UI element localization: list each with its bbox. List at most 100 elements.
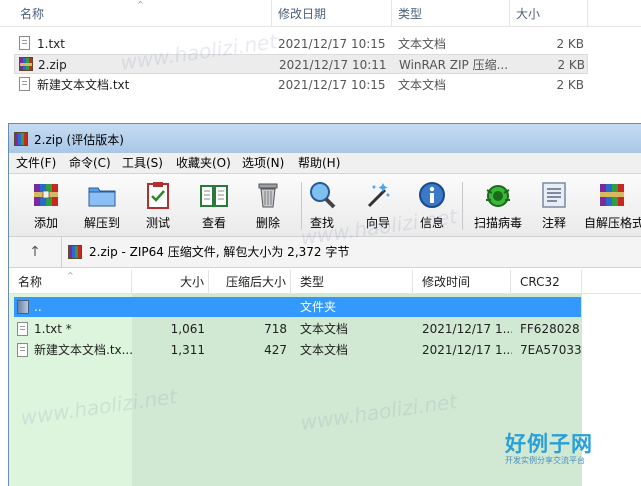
extract-to-label: 解压到 bbox=[83, 216, 120, 230]
sfx-label: 自解压格式 bbox=[584, 216, 641, 230]
menu-options[interactable]: 选项(N) bbox=[242, 153, 284, 173]
address-bar: ↑ 2.zip - ZIP64 压缩文件, 解包大小为 2,372 字节 bbox=[9, 237, 641, 268]
txt-file-icon bbox=[19, 77, 30, 91]
file-date: 2021/12/17 10:15 bbox=[278, 37, 386, 51]
row-modified bbox=[422, 297, 512, 317]
file-name: 2.zip bbox=[38, 58, 67, 72]
delete-button[interactable]: 删除 bbox=[240, 178, 296, 234]
watermark-brand: 好例子网 bbox=[505, 432, 593, 456]
menu-favorites[interactable]: 收藏夹(O) bbox=[176, 153, 231, 173]
col-packed-size[interactable]: 压缩后大小 bbox=[209, 270, 291, 293]
list-row-parent[interactable]: .. 文件夹 bbox=[14, 297, 581, 317]
comment-label: 注释 bbox=[541, 216, 566, 230]
list-row[interactable]: 新建文本文档.tx... 1,311 427 文本文档 2021/12/17 1… bbox=[14, 340, 582, 360]
col-size[interactable]: 大小 bbox=[510, 0, 588, 26]
row-name: 1.txt * bbox=[34, 322, 72, 336]
col-date[interactable]: 修改日期 bbox=[272, 0, 392, 26]
explorer-file-row[interactable]: 1.txt 2021/12/17 10:15 文本文档 2 KB bbox=[14, 34, 588, 54]
row-modified: 2021/12/17 1... bbox=[422, 343, 512, 357]
archive-path: 2.zip - ZIP64 压缩文件, 解包大小为 2,372 字节 bbox=[89, 245, 350, 259]
trash-icon bbox=[258, 183, 278, 208]
comment-icon bbox=[542, 182, 566, 208]
watermark-logo: 好例子网 开发实例分享交流平台 bbox=[505, 432, 615, 466]
sort-ascending-icon: ^ bbox=[67, 271, 74, 280]
archive-icon bbox=[68, 245, 82, 259]
toolbar: 添加 解压到 测试 查看 删除 查找 向导 信息 扫描病毒 注释 自解压格式 bbox=[9, 174, 641, 237]
list-row[interactable]: 1.txt * 1,061 718 文本文档 2021/12/17 1... F… bbox=[14, 319, 581, 339]
row-crc: 7EA57033 bbox=[520, 343, 582, 357]
file-name: 1.txt bbox=[37, 37, 65, 51]
menu-commands[interactable]: 命令(C) bbox=[69, 153, 111, 173]
winrar-archive-icon bbox=[19, 57, 33, 71]
file-date: 2021/12/17 10:15 bbox=[278, 78, 386, 92]
row-packed: 427 bbox=[264, 343, 287, 357]
explorer-file-list: 名称 ^ 修改日期 类型 大小 1.txt 2021/12/17 10:15 文… bbox=[0, 0, 641, 118]
add-archive-icon bbox=[34, 184, 58, 206]
explorer-column-header: 名称 ^ 修改日期 类型 大小 bbox=[0, 0, 641, 27]
book-icon bbox=[200, 185, 228, 207]
list-column-header: 名称 ^ 大小 压缩后大小 类型 修改时间 CRC32 bbox=[9, 270, 641, 294]
txt-file-icon bbox=[17, 322, 28, 336]
view-button[interactable]: 查看 bbox=[186, 178, 242, 234]
row-packed: 718 bbox=[264, 322, 287, 336]
find-label: 查找 bbox=[309, 216, 334, 230]
folder-icon bbox=[88, 187, 116, 207]
row-type: 文本文档 bbox=[300, 322, 349, 336]
col-type[interactable]: 类型 bbox=[291, 270, 413, 293]
info-icon bbox=[419, 182, 445, 208]
row-crc bbox=[520, 297, 582, 317]
row-name: .. bbox=[34, 300, 42, 314]
menu-help[interactable]: 帮助(H) bbox=[298, 153, 340, 173]
file-type: WinRAR ZIP 压缩... bbox=[399, 58, 509, 72]
comment-button[interactable]: 注释 bbox=[526, 178, 582, 234]
watermark-slogan: 开发实例分享交流平台 bbox=[505, 456, 585, 465]
row-size: 1,061 bbox=[170, 322, 205, 336]
menu-file[interactable]: 文件(F) bbox=[16, 153, 56, 173]
row-modified: 2021/12/17 1... bbox=[422, 322, 512, 336]
col-size[interactable]: 大小 bbox=[132, 270, 209, 293]
row-type: 文本文档 bbox=[300, 343, 349, 357]
winrar-app-icon bbox=[14, 132, 28, 146]
file-name: 新建文本文档.txt bbox=[37, 78, 130, 92]
col-type[interactable]: 类型 bbox=[392, 0, 510, 26]
test-label: 测试 bbox=[145, 216, 170, 230]
test-button[interactable]: 测试 bbox=[130, 178, 186, 234]
col-modified[interactable]: 修改时间 bbox=[413, 270, 511, 293]
explorer-file-row[interactable]: 2.zip 2021/12/17 10:11 WinRAR ZIP 压缩... … bbox=[14, 54, 588, 74]
up-arrow-icon[interactable]: ↑ bbox=[9, 237, 62, 267]
row-crc: FF628028 bbox=[520, 322, 580, 336]
sort-ascending-icon: ^ bbox=[137, 0, 144, 9]
add-button[interactable]: 添加 bbox=[18, 178, 74, 234]
find-button[interactable]: 查找 bbox=[294, 178, 350, 234]
wizard-button[interactable]: 向导 bbox=[350, 178, 406, 234]
extract-to-button[interactable]: 解压到 bbox=[74, 178, 130, 234]
file-type: 文本文档 bbox=[398, 37, 447, 51]
virus-scan-label: 扫描病毒 bbox=[473, 216, 522, 230]
explorer-file-row[interactable]: 新建文本文档.txt 2021/12/17 10:15 文本文档 2 KB bbox=[14, 75, 588, 95]
sfx-button[interactable]: 自解压格式 bbox=[584, 178, 641, 234]
file-size: 2 KB bbox=[557, 58, 585, 72]
file-date: 2021/12/17 10:11 bbox=[279, 58, 387, 72]
file-size: 2 KB bbox=[556, 78, 584, 92]
menu-tools[interactable]: 工具(S) bbox=[122, 153, 163, 173]
txt-file-icon bbox=[19, 36, 30, 50]
title-bar[interactable]: 2.zip (评估版本) bbox=[9, 124, 641, 153]
txt-file-icon bbox=[17, 343, 28, 357]
file-type: 文本文档 bbox=[398, 78, 447, 92]
magic-wand-icon bbox=[367, 183, 390, 208]
row-size bbox=[132, 297, 205, 317]
info-label: 信息 bbox=[419, 216, 444, 230]
virus-scan-button[interactable]: 扫描病毒 bbox=[470, 178, 526, 234]
folder-icon bbox=[17, 300, 29, 314]
col-crc32[interactable]: CRC32 bbox=[511, 270, 582, 293]
file-size: 2 KB bbox=[556, 37, 584, 51]
bug-icon bbox=[486, 185, 510, 207]
window-title: 2.zip (评估版本) bbox=[34, 133, 124, 147]
magnifier-icon bbox=[310, 182, 336, 209]
row-packed bbox=[209, 297, 287, 317]
row-size: 1,311 bbox=[170, 343, 205, 357]
row-type: 文件夹 bbox=[300, 300, 337, 314]
row-name: 新建文本文档.tx... bbox=[34, 343, 132, 357]
info-button[interactable]: 信息 bbox=[404, 178, 460, 234]
clipboard-check-icon bbox=[147, 182, 169, 209]
